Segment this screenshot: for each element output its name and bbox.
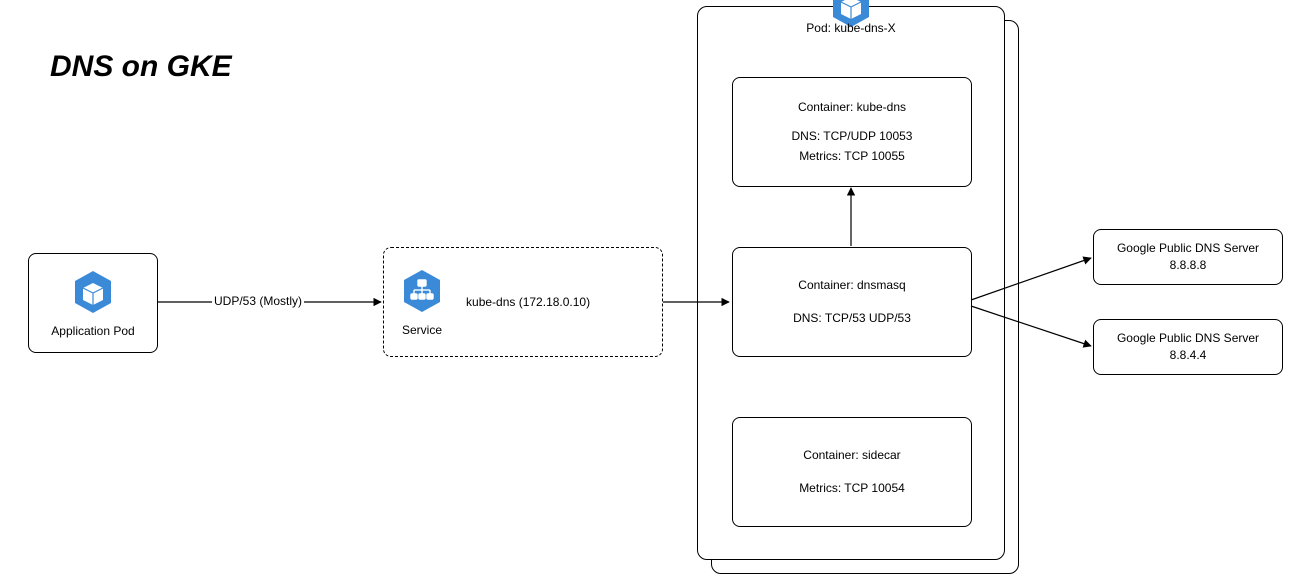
container-dnsmasq: Container: dnsmasq DNS: TCP/53 UDP/53 xyxy=(732,247,972,357)
diagram-title: DNS on GKE xyxy=(50,50,232,84)
service-node: Service kube-dns (172.18.0.10) xyxy=(383,247,663,357)
sidecar-title: Container: sidecar xyxy=(803,446,900,465)
cube-icon xyxy=(73,269,113,318)
application-pod-label: Application Pod xyxy=(51,324,134,338)
service-label: Service xyxy=(402,323,442,337)
pod-kube-dns-x: Pod: kube-dns-X Container: kube-dns DNS:… xyxy=(697,6,1005,560)
application-pod-node: Application Pod xyxy=(28,253,158,353)
google-dns-2: Google Public DNS Server 8.8.4.4 xyxy=(1093,319,1283,375)
kube-dns-line1: DNS: TCP/UDP 10053 xyxy=(792,127,913,146)
google-dns-1: Google Public DNS Server 8.8.8.8 xyxy=(1093,229,1283,285)
pod-label: Pod: kube-dns-X xyxy=(698,21,1004,35)
kube-dns-title: Container: kube-dns xyxy=(798,98,906,117)
load-balancer-icon xyxy=(402,268,442,317)
edge-label-app-to-service: UDP/53 (Mostly) xyxy=(212,294,304,308)
container-sidecar: Container: sidecar Metrics: TCP 10054 xyxy=(732,417,972,527)
google-dns-2-title: Google Public DNS Server xyxy=(1117,330,1259,347)
kube-dns-line2: Metrics: TCP 10055 xyxy=(799,147,905,166)
google-dns-2-ip: 8.8.4.4 xyxy=(1170,347,1207,364)
service-detail: kube-dns (172.18.0.10) xyxy=(466,295,590,309)
dnsmasq-line1: DNS: TCP/53 UDP/53 xyxy=(793,309,911,328)
pod-label-text: Pod: kube-dns-X xyxy=(806,21,895,35)
google-dns-1-ip: 8.8.8.8 xyxy=(1170,257,1207,274)
sidecar-line1: Metrics: TCP 10054 xyxy=(799,479,905,498)
google-dns-1-title: Google Public DNS Server xyxy=(1117,240,1259,257)
dnsmasq-title: Container: dnsmasq xyxy=(798,276,905,295)
container-kube-dns: Container: kube-dns DNS: TCP/UDP 10053 M… xyxy=(732,77,972,187)
